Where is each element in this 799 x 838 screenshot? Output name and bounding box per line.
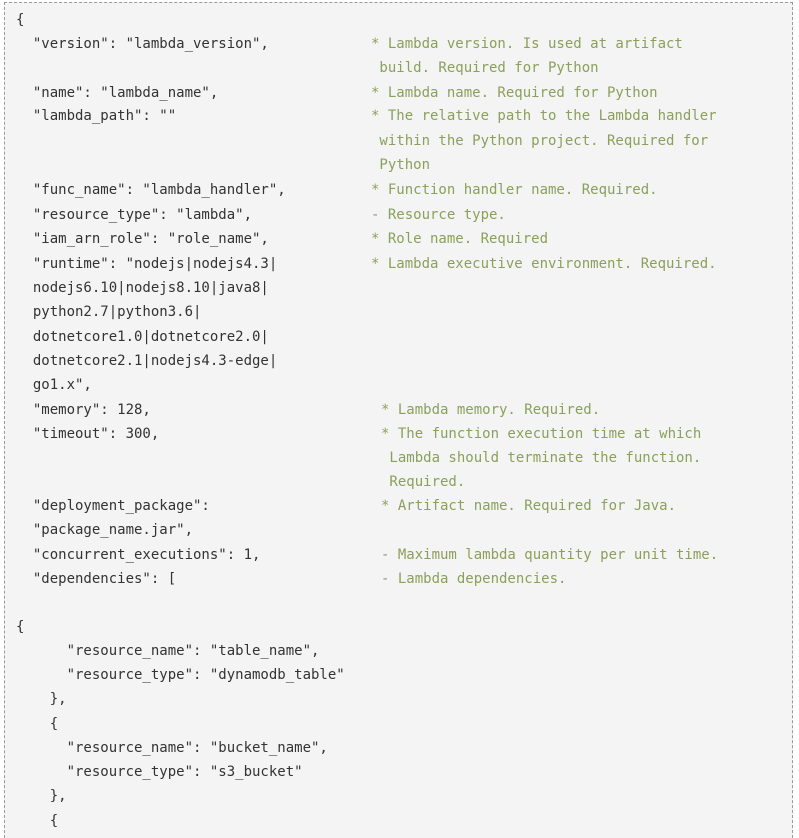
code-line: "resource_name": "bucket_name", xyxy=(16,740,328,756)
code-line: "deployment_package": xyxy=(16,498,210,514)
code-line: "concurrent_executions": 1, xyxy=(16,547,261,563)
code-line: "package_name.jar", xyxy=(16,522,194,538)
code-comment: Python xyxy=(371,157,431,173)
code-line: dotnetcore1.0|dotnetcore2.0| xyxy=(16,329,269,345)
code-line: }, xyxy=(16,691,67,707)
code-comment: * Lambda memory. Required. xyxy=(381,402,601,418)
code-comment: within the Python project. Required for xyxy=(371,133,709,149)
code-block: { "version": "lambda_version", "name": "… xyxy=(4,2,793,838)
code-comment: Lambda should terminate the function. xyxy=(381,450,702,466)
code-comment: - Lambda dependencies. xyxy=(381,571,567,587)
code-line: go1.x", xyxy=(16,377,92,393)
code-line: "name": "lambda_name", xyxy=(16,85,219,101)
code-line: "resource_name": "table_name", xyxy=(16,643,320,659)
code-comment: * Artifact name. Required for Java. xyxy=(381,498,677,514)
code-line: }, xyxy=(16,788,67,804)
code-line: { xyxy=(16,813,59,829)
code-comment: * Lambda executive environment. Required… xyxy=(371,256,717,272)
code-line: "resource_type": "dynamodb_table" xyxy=(16,667,345,683)
code-comment: * The function execution time at which xyxy=(381,426,702,442)
code-line: { xyxy=(16,619,25,635)
code-line: "dependencies": [ xyxy=(16,571,177,587)
code-comment: * Lambda version. Is used at artifact xyxy=(371,36,683,52)
code-line: { xyxy=(16,12,25,28)
code-comment: * Lambda name. Required for Python xyxy=(371,85,658,101)
code-line: { xyxy=(16,716,59,732)
code-line: python2.7|python3.6| xyxy=(16,304,202,320)
code-line: "runtime": "nodejs|nodejs4.3| xyxy=(16,256,278,272)
code-comment: build. Required for Python xyxy=(371,60,599,76)
code-comment: - Maximum lambda quantity per unit time. xyxy=(381,547,719,563)
code-comment: * Function handler name. Required. xyxy=(371,182,658,198)
code-comment: * The relative path to the Lambda handle… xyxy=(371,108,717,124)
code-line: "timeout": 300, xyxy=(16,426,160,442)
code-line: "memory": 128, xyxy=(16,402,151,418)
code-line: dotnetcore2.1|nodejs4.3-edge| xyxy=(16,353,278,369)
code-line: nodejs6.10|nodejs8.10|java8| xyxy=(16,280,269,296)
code-comment: - Resource type. xyxy=(371,207,506,223)
code-comment: * Role name. Required xyxy=(371,231,549,247)
code-line: "lambda_path": "" xyxy=(16,108,177,124)
code-line: "resource_type": "lambda", xyxy=(16,207,253,223)
code-comment: Required. xyxy=(381,474,466,490)
code-line: "iam_arn_role": "role_name", xyxy=(16,231,269,247)
code-line: "version": "lambda_version", xyxy=(16,36,269,52)
code-line: "resource_type": "s3_bucket" xyxy=(16,764,303,780)
code-line: "func_name": "lambda_handler", xyxy=(16,182,286,198)
